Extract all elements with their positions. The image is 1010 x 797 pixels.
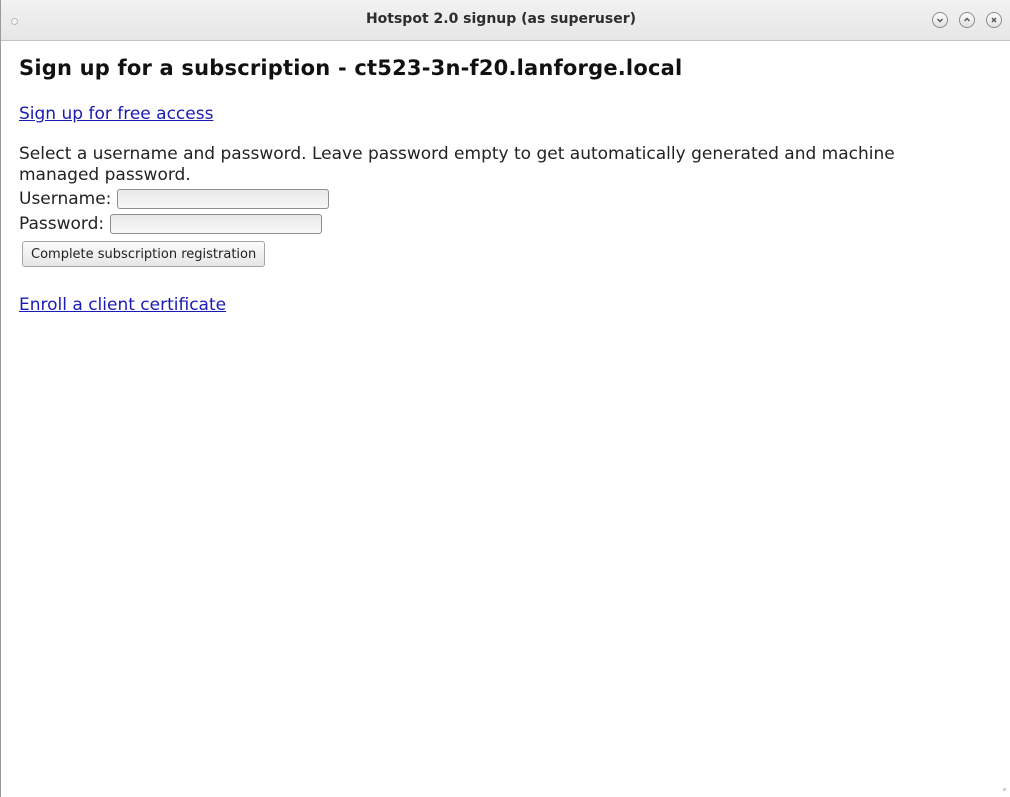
window-title: Hotspot 2.0 signup (as superuser): [365, 11, 637, 27]
password-input[interactable]: [110, 213, 323, 234]
free-access-link[interactable]: Sign up for free access: [19, 103, 989, 125]
username-input[interactable]: [117, 188, 330, 209]
instructions-text: Select a username and password. Leave pa…: [19, 144, 895, 185]
minimize-icon: [937, 18, 943, 23]
minimize-button[interactable]: [932, 12, 948, 28]
resize-grip-icon[interactable]: [1003, 788, 1006, 791]
password-label: Password:: [19, 213, 105, 234]
username-label: Username:: [19, 188, 112, 209]
title-bar[interactable]: Hotspot 2.0 signup (as superuser): [1, 0, 1010, 41]
maximize-icon: [964, 17, 970, 22]
close-button[interactable]: [986, 12, 1002, 28]
complete-registration-button[interactable]: Complete subscription registration: [22, 241, 266, 267]
maximize-button[interactable]: [959, 12, 975, 28]
enroll-certificate-link[interactable]: Enroll a client certificate: [19, 294, 989, 316]
username-row: Username:: [19, 186, 989, 211]
password-row: Password:: [19, 211, 989, 236]
close-icon: [991, 17, 997, 23]
page-title: Sign up for a subscription - ct523-3n-f2…: [19, 56, 683, 80]
app-window: Hotspot 2.0 signup (as superuser) Sign u…: [0, 0, 1010, 797]
page-content: Sign up for a subscription - ct523-3n-f2…: [19, 41, 989, 316]
